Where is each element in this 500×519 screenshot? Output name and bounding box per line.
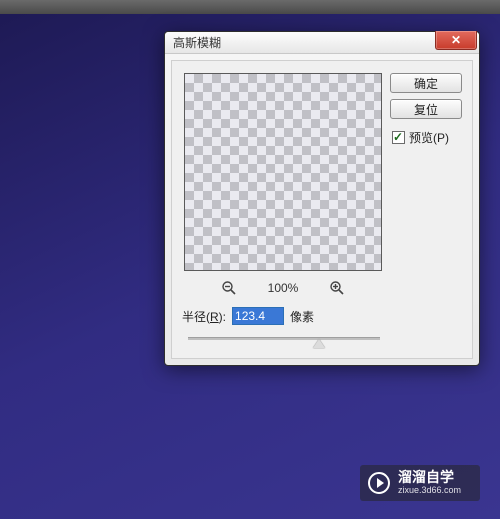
gaussian-blur-dialog: 高斯模糊 ✕ 100% (164, 31, 480, 366)
zoom-out-icon (221, 280, 237, 296)
watermark-main: 溜溜自学 (398, 470, 461, 485)
app-background: 高斯模糊 ✕ 100% (0, 0, 500, 519)
dialog-buttons-column: 确定 复位 预览(P) (390, 73, 462, 146)
watermark-sub: zixue.3d66.com (398, 486, 461, 496)
zoom-out-button[interactable] (221, 280, 237, 296)
zoom-value: 100% (261, 281, 305, 295)
zoom-controls: 100% (184, 277, 382, 299)
app-menubar (0, 0, 500, 14)
radius-row: 半径(R): 像素 (182, 307, 414, 325)
preview-checkbox-row: 预览(P) (390, 129, 462, 146)
zoom-in-icon (329, 280, 345, 296)
radius-label: 半径(R): (182, 308, 226, 325)
close-icon: ✕ (451, 33, 461, 47)
zoom-in-button[interactable] (329, 280, 345, 296)
dialog-titlebar[interactable]: 高斯模糊 ✕ (165, 32, 479, 54)
close-button[interactable]: ✕ (435, 31, 477, 50)
play-icon (368, 472, 390, 494)
slider-track (188, 337, 380, 340)
preview-checkbox[interactable] (392, 131, 405, 144)
slider-thumb[interactable] (313, 339, 325, 348)
watermark: 溜溜自学 zixue.3d66.com (360, 465, 480, 501)
preview-checkbox-label: 预览(P) (409, 129, 449, 146)
document-canvas: 高斯模糊 ✕ 100% (0, 14, 500, 519)
ok-button[interactable]: 确定 (390, 73, 462, 93)
radius-unit: 像素 (290, 308, 314, 325)
watermark-text: 溜溜自学 zixue.3d66.com (398, 470, 461, 495)
radius-input[interactable] (232, 307, 284, 325)
preview-area[interactable] (184, 73, 382, 271)
reset-button[interactable]: 复位 (390, 99, 462, 119)
dialog-title: 高斯模糊 (173, 34, 221, 51)
dialog-body: 100% 半径(R): 像素 (171, 60, 473, 359)
radius-slider[interactable] (188, 333, 380, 347)
